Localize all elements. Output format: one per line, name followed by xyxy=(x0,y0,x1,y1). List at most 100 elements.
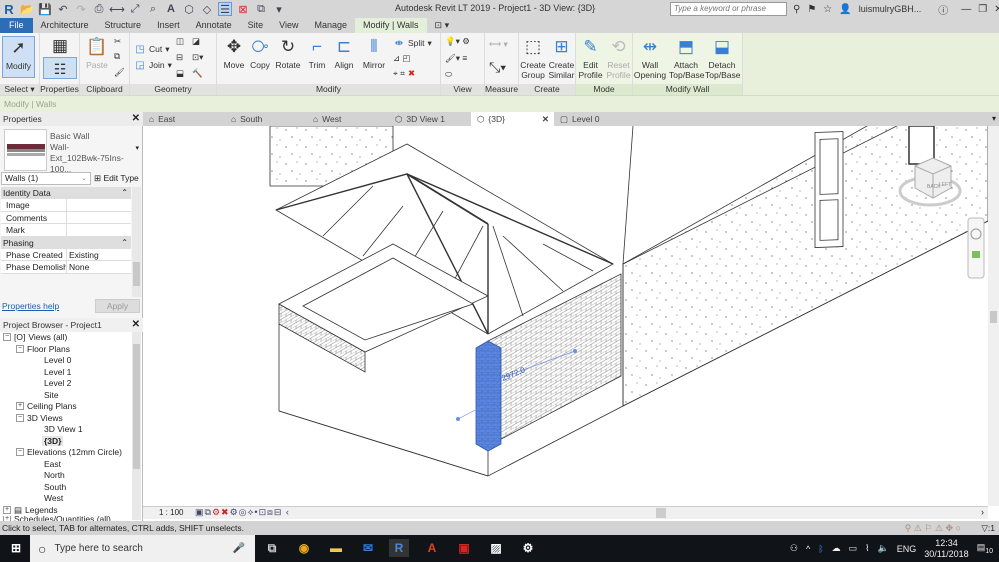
3d-viewport[interactable]: 2972.0 BACK LEFT xyxy=(143,126,988,506)
restore-button[interactable]: ❐ xyxy=(978,4,987,15)
collapse-toggle[interactable]: − xyxy=(3,333,11,341)
properties-help-link[interactable]: Properties help xyxy=(2,301,59,311)
view-tab-3d[interactable]: ⬡ {3D} ✕ xyxy=(471,112,554,126)
copy-clipboard-icon[interactable]: ⧉ xyxy=(114,51,120,62)
offset-icon[interactable]: ⊿ ◰ xyxy=(393,53,411,64)
expand-toggle[interactable]: + xyxy=(3,506,11,514)
view-tab-east[interactable]: ⌂ East xyxy=(143,112,225,126)
ribbon-minimize-toggle[interactable]: ⊡ ▾ xyxy=(427,18,458,33)
favorites-star-icon[interactable]: ☆ xyxy=(823,4,832,15)
properties-toggle-button[interactable]: ☷ xyxy=(43,57,77,79)
cut-clipboard-icon[interactable]: ✂ xyxy=(114,36,121,47)
collapse-toggle[interactable]: − xyxy=(16,448,24,456)
close-browser-icon[interactable]: ✕ xyxy=(132,318,140,332)
edit-type-button[interactable]: ⊞ Edit Type xyxy=(94,173,139,184)
onedrive-icon[interactable]: ☁ xyxy=(832,543,841,554)
type-dropdown-icon[interactable]: ▾ xyxy=(135,144,139,152)
tree-node-south[interactable]: South xyxy=(44,482,66,492)
collapse-toggle[interactable]: − xyxy=(16,413,24,422)
browser-scroll-thumb[interactable] xyxy=(133,344,140,469)
thin-lines-icon[interactable]: ☰ xyxy=(218,2,232,16)
join-roof-icon[interactable]: ⊡▾ xyxy=(192,52,203,63)
edit-profile-button[interactable]: ✎ Edit Profile xyxy=(576,36,605,80)
modify-button[interactable]: ➚ Modify xyxy=(2,36,35,78)
notifications-icon[interactable]: ▤10 xyxy=(977,542,993,555)
prop-row[interactable]: Phase Demolish...None xyxy=(1,261,131,274)
user-icon[interactable]: 👤 xyxy=(839,4,851,15)
tab-manage[interactable]: Manage xyxy=(306,18,355,33)
redo-icon[interactable]: ↷ xyxy=(74,2,88,16)
photos-icon[interactable]: ▨ xyxy=(486,539,506,557)
tab-modify-walls[interactable]: Modify | Walls xyxy=(355,18,427,33)
properties-scrollbar[interactable] xyxy=(132,187,141,297)
tab-file[interactable]: File xyxy=(0,18,33,33)
language-indicator[interactable]: ENG xyxy=(897,544,917,554)
minimize-button[interactable]: — xyxy=(961,4,971,15)
hide-in-view-icon[interactable]: 💡▾ ⚙ xyxy=(445,36,470,47)
measure-icon[interactable]: ⟷ xyxy=(109,2,125,16)
app-taskbar-icon[interactable]: ▣ xyxy=(454,539,474,557)
wall-opening-button[interactable]: ⇹ Wall Opening xyxy=(633,36,667,80)
close-window-button[interactable]: ✕ xyxy=(994,4,999,15)
tree-node-north[interactable]: North xyxy=(44,470,65,480)
microphone-icon[interactable]: 🎤 xyxy=(233,543,245,554)
close-tab-icon[interactable]: ✕ xyxy=(542,112,549,126)
tabs-menu-icon[interactable]: ▾ xyxy=(992,114,996,123)
settings-icon[interactable]: ⚙ xyxy=(518,539,538,557)
prop-row[interactable]: Phase Created Existing xyxy=(1,248,131,261)
canvas-hscroll-thumb[interactable] xyxy=(656,508,666,518)
volume-icon[interactable]: 🔈 xyxy=(878,543,889,554)
view-tab-west[interactable]: ⌂ West xyxy=(307,112,389,126)
wall-joins-icon[interactable]: ◫ xyxy=(176,36,184,47)
tree-node-level-0[interactable]: Level 0 xyxy=(44,355,71,365)
tree-node-east[interactable]: East xyxy=(44,459,61,469)
canvas-vscroll-thumb[interactable] xyxy=(990,311,997,323)
autocad-icon[interactable]: A xyxy=(422,539,442,557)
help-search-input[interactable]: Type a keyword or phrase xyxy=(670,2,787,16)
prop-row[interactable]: Comments xyxy=(1,211,131,224)
tree-node-west[interactable]: West xyxy=(44,493,63,503)
cut-geometry-button[interactable]: ◳ Cut ▾ xyxy=(134,43,169,55)
join-geometry-button[interactable]: ◲ Join ▾ xyxy=(134,59,172,71)
tree-node-legends[interactable]: + ▤ Legends xyxy=(3,505,58,516)
tree-node-elevations[interactable]: − Elevations (12mm Circle) xyxy=(16,447,122,457)
help-icon[interactable]: ⓘ xyxy=(938,2,948,17)
clock[interactable]: 12:34 30/11/2018 xyxy=(924,538,968,560)
select-menu[interactable]: Select ▾ xyxy=(0,84,39,95)
match-properties-icon[interactable]: 🖌 xyxy=(114,67,125,78)
scale-selector[interactable]: 1 : 100 xyxy=(159,508,183,517)
create-group-button[interactable]: ⬚ Create Group xyxy=(519,36,547,80)
expand-toggle[interactable]: + xyxy=(16,402,24,410)
tree-node-level-2[interactable]: Level 2 xyxy=(44,378,71,388)
user-name[interactable]: luismulryGBH... xyxy=(859,4,922,14)
group-identity-data[interactable]: Identity Data ⌃ xyxy=(1,187,131,199)
instance-filter-select[interactable]: Walls (1) ⌄ xyxy=(1,172,91,185)
tree-node-floor-plans[interactable]: − Floor Plans xyxy=(16,344,70,354)
collapse-toggle[interactable]: − xyxy=(16,344,24,353)
view-control-icons[interactable]: ▣⧉⚙✖⚙◎⟡•⊡⧈⊟ ‹ xyxy=(195,507,290,518)
override-graphics-icon[interactable]: 🖌▾ ≡ xyxy=(445,53,467,64)
bluetooth-icon[interactable]: ᛒ xyxy=(818,544,823,554)
pin-icon[interactable]: ⌖ ⌗ ✖ xyxy=(393,68,415,79)
filter-icon[interactable]: ▽:1 xyxy=(981,521,995,535)
view-tab-level-0[interactable]: ▢ Level 0 xyxy=(554,112,636,126)
hscroll-right-arrow[interactable]: › xyxy=(981,507,984,517)
close-properties-icon[interactable]: ✕ xyxy=(132,112,140,126)
tab-architecture[interactable]: Architecture xyxy=(33,18,97,33)
tab-annotate[interactable]: Annotate xyxy=(188,18,240,33)
selection-box-icon[interactable]: ⬭ xyxy=(445,69,452,80)
view-tab-3d-view-1[interactable]: ⬡ 3D View 1 xyxy=(389,112,471,126)
reset-profile-button[interactable]: ⟲ Reset Profile xyxy=(604,36,633,80)
tree-node-site[interactable]: Site xyxy=(44,390,59,400)
open-icon[interactable]: 📂 xyxy=(20,2,34,16)
people-icon[interactable]: ⚇ xyxy=(790,543,798,554)
wifi-icon[interactable]: ⌇ xyxy=(865,543,869,554)
switch-windows-icon[interactable]: ⧉ xyxy=(254,2,268,16)
measure-between-icon[interactable]: ⟷ ▾ xyxy=(489,39,508,50)
tree-node-level-1[interactable]: Level 1 xyxy=(44,367,71,377)
tab-view[interactable]: View xyxy=(271,18,306,33)
chrome-icon[interactable]: ◉ xyxy=(294,539,314,557)
binoculars-icon[interactable]: ⚲ xyxy=(793,4,800,15)
taskbar-search[interactable]: ○ Type here to search 🎤 xyxy=(30,535,255,562)
tab-insert[interactable]: Insert xyxy=(149,18,188,33)
